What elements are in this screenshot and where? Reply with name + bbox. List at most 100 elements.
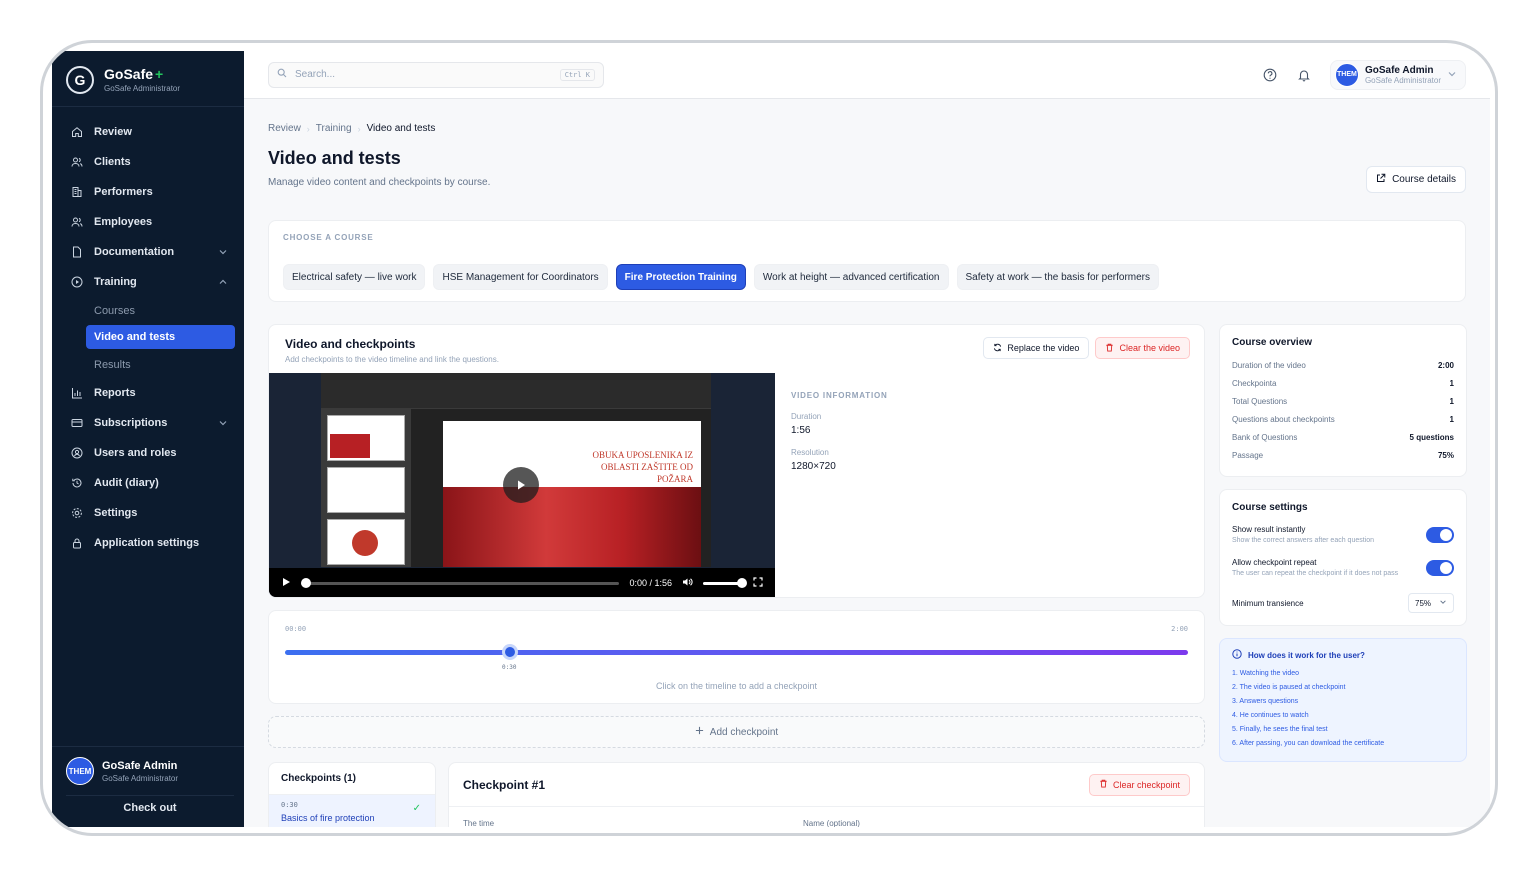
play-icon[interactable]: [281, 577, 291, 589]
minimum-transience-select[interactable]: 75%: [1408, 593, 1454, 613]
sidebar-footer: THEM GoSafe Admin GoSafe Administrator C…: [52, 746, 244, 827]
stat-row: Bank of Questions 5 questions: [1232, 432, 1454, 442]
sidebar-subitem-video-and-tests[interactable]: Video and tests: [86, 325, 235, 349]
search-shortcut: Ctrl K: [559, 68, 595, 81]
sidebar-item-performers[interactable]: Performers: [52, 177, 244, 207]
sidebar-item-application-settings[interactable]: Application settings: [52, 528, 244, 558]
video-information: VIDEO INFORMATION Duration 1:56 Resoluti…: [791, 391, 888, 472]
replace-video-button[interactable]: Replace the video: [983, 337, 1090, 359]
search-input[interactable]: Search... Ctrl K: [268, 61, 604, 88]
slide-image: [443, 487, 701, 567]
help-icon[interactable]: [1262, 67, 1278, 83]
course-chip[interactable]: Electrical safety — live work: [283, 264, 426, 290]
sidebar-item-clients[interactable]: Clients: [52, 147, 244, 177]
stat-row: Total Questions 1: [1232, 396, 1454, 406]
video-slide: OBUKA UPOSLENIKA IZ OBLASTI ZAŠTITE OD P…: [443, 421, 701, 567]
sidebar-item-settings[interactable]: Settings: [52, 498, 244, 528]
duration-value: 1:56: [791, 425, 811, 436]
slide-thumbnail: [327, 467, 405, 513]
duration-label: Duration: [791, 412, 822, 421]
chevron-right-icon: ›: [306, 123, 310, 134]
sidebar-item-documentation[interactable]: Documentation: [52, 237, 244, 267]
users-icon: [70, 215, 84, 229]
checkpoint-name: Basics of fire protection: [281, 813, 375, 823]
check-icon: ✓: [412, 803, 421, 814]
allow-repeat-toggle[interactable]: [1426, 560, 1454, 576]
sidebar-item-audit[interactable]: Audit (diary): [52, 468, 244, 498]
timeline-track[interactable]: [285, 650, 1188, 655]
chevron-down-icon: [218, 247, 228, 257]
volume-slider[interactable]: [703, 577, 747, 588]
minimum-transience-row: Minimum transience 75%: [1232, 593, 1454, 613]
users-icon: [70, 155, 84, 169]
sidebar-nav: Review Clients Performers Employees Docu…: [52, 107, 244, 558]
volume-knob[interactable]: [737, 577, 747, 588]
stat-row: Passage 75%: [1232, 450, 1454, 460]
sidebar-item-subscriptions[interactable]: Subscriptions: [52, 408, 244, 438]
slide-thumbnail: [327, 519, 405, 565]
help-step: 5. Finally, he sees the final test: [1232, 726, 1328, 733]
bell-icon[interactable]: [1296, 67, 1312, 83]
add-checkpoint-button[interactable]: Add checkpoint: [268, 716, 1205, 748]
breadcrumb-item[interactable]: Training: [316, 123, 352, 134]
setting-show-result: Show result instantly Show the correct a…: [1232, 525, 1454, 546]
sidebar-user-name: GoSafe Admin: [102, 759, 178, 772]
clear-checkpoint-button[interactable]: Clear checkpoint: [1088, 773, 1190, 796]
chevron-right-icon: ›: [357, 123, 361, 134]
sidebar-subitem-results[interactable]: Results: [86, 351, 235, 378]
course-details-button[interactable]: Course details: [1366, 166, 1466, 193]
timeline-end: 2:00: [1171, 625, 1188, 633]
training-subnav: Courses Video and tests Results: [52, 297, 244, 378]
main-area: Search... Ctrl K THEM GoSafe Admin GoSaf…: [244, 51, 1490, 827]
checkpoint-marker[interactable]: [502, 644, 518, 660]
course-chip-active[interactable]: Fire Protection Training: [615, 264, 746, 290]
checkout-button[interactable]: Check out: [66, 795, 234, 819]
course-chip[interactable]: Work at height — advanced certification: [753, 264, 949, 290]
app: G GoSafe + GoSafe Administrator Review Cl…: [52, 51, 1490, 827]
page-title: Video and tests: [268, 148, 401, 168]
profile-menu[interactable]: THEM GoSafe Admin GoSafe Administrator: [1329, 59, 1466, 90]
fullscreen-icon[interactable]: [753, 577, 763, 589]
show-result-toggle[interactable]: [1426, 527, 1454, 543]
video-frame-thumbnails: [321, 409, 411, 567]
gosafe-logo-icon: G: [66, 65, 94, 94]
help-step: 3. Answers questions: [1232, 698, 1299, 705]
clear-video-button[interactable]: Clear the video: [1095, 337, 1190, 359]
video-frame-toolbar: [321, 373, 711, 409]
video-progress-knob[interactable]: [301, 577, 311, 588]
brand[interactable]: G GoSafe + GoSafe Administrator: [52, 51, 244, 107]
volume-icon[interactable]: [682, 577, 693, 589]
sidebar-item-employees[interactable]: Employees: [52, 207, 244, 237]
stat-row: Questions about checkpoints 1: [1232, 414, 1454, 424]
refresh-icon: [993, 343, 1002, 354]
history-icon: [70, 476, 84, 490]
avatar: THEM: [1334, 62, 1359, 87]
play-overlay-button[interactable]: [503, 467, 539, 503]
breadcrumb: Review › Training › Video and tests: [268, 123, 1466, 134]
trash-icon: [1105, 343, 1114, 354]
checkpoints-list-title: Checkpoints (1): [269, 763, 435, 795]
video-panel: Video and checkpoints Add checkpoints to…: [268, 324, 1205, 598]
course-chip[interactable]: HSE Management for Coordinators: [433, 264, 608, 290]
sidebar-user[interactable]: THEM GoSafe Admin GoSafe Administrator: [66, 757, 234, 785]
breadcrumb-item[interactable]: Review: [268, 123, 301, 134]
sidebar-item-reports[interactable]: Reports: [52, 378, 244, 408]
home-icon: [70, 125, 84, 139]
video-controls: 0:00 / 1:56: [269, 568, 775, 597]
chevron-down-icon: [1447, 66, 1457, 84]
sidebar-item-users-and-roles[interactable]: Users and roles: [52, 438, 244, 468]
stat-row: Checkpointa 1: [1232, 378, 1454, 388]
video-player[interactable]: OBUKA UPOSLENIKA IZ OBLASTI ZAŠTITE OD P…: [269, 373, 775, 597]
sidebar-subitem-courses[interactable]: Courses: [86, 297, 235, 324]
minimum-transience-label: Minimum transience: [1232, 598, 1304, 608]
sidebar-item-training[interactable]: Training: [52, 267, 244, 297]
sidebar-item-review[interactable]: Review: [52, 117, 244, 147]
list-item[interactable]: 0:30 Basics of fire protection ✓: [269, 795, 435, 827]
video-progress-bar[interactable]: [301, 577, 620, 588]
device-frame: G GoSafe + GoSafe Administrator Review Cl…: [40, 40, 1498, 836]
page-subtitle: Manage video content and checkpoints by …: [268, 177, 491, 188]
timeline-hint: Click on the timeline to add a checkpoin…: [655, 681, 818, 691]
play-icon: [518, 480, 525, 490]
right-column: Course overview Duration of the video 2:0…: [1219, 324, 1467, 762]
course-chip[interactable]: Safety at work — the basis for performer…: [956, 264, 1160, 290]
